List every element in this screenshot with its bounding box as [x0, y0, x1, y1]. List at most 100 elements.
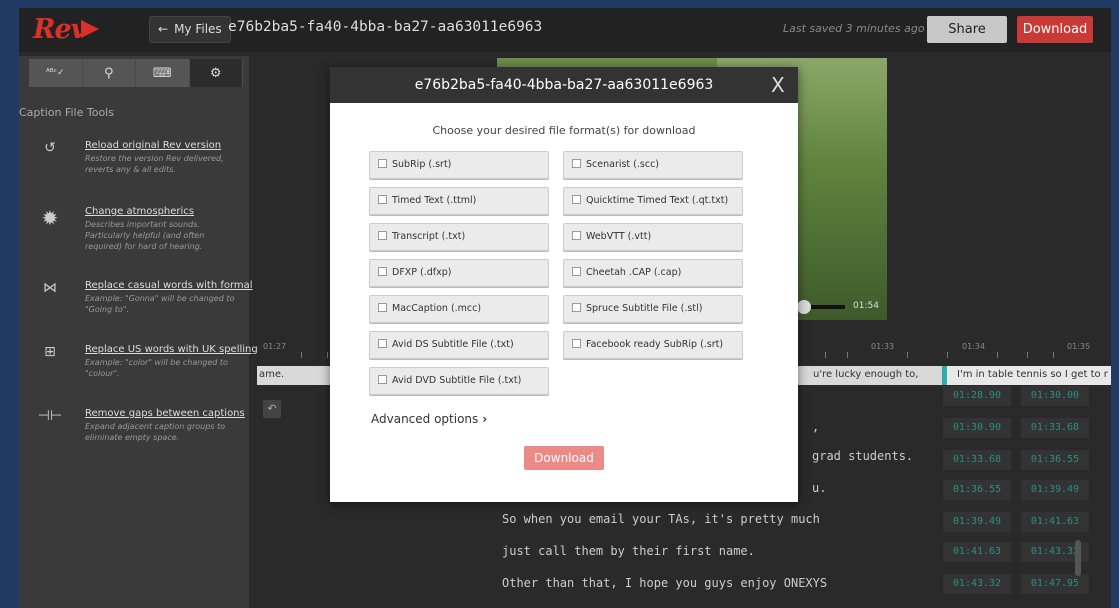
format-option-mcc[interactable]: MacCaption (.mcc)	[369, 295, 549, 323]
format-option-srt[interactable]: SubRip (.srt)	[369, 151, 549, 179]
checkbox[interactable]	[572, 159, 581, 168]
tool-label[interactable]: Reload original Rev version	[85, 140, 221, 151]
timecode-end[interactable]: 01:36.55	[1021, 450, 1089, 470]
download-modal: e76b2ba5-fa40-4bba-ba27-aa63011e6963 X C…	[330, 67, 798, 502]
format-option-avid-dvd[interactable]: Avid DVD Subtitle File (.txt)	[369, 367, 549, 395]
timecode-start[interactable]: 01:28.90	[943, 386, 1011, 406]
tab-search[interactable]: ⚲	[83, 59, 136, 87]
format-option-facebook-srt[interactable]: Facebook ready SubRip (.srt)	[563, 331, 743, 359]
checkbox[interactable]	[378, 267, 387, 276]
format-option-ttml[interactable]: Timed Text (.ttml)	[369, 187, 549, 215]
playhead-marker[interactable]	[942, 366, 947, 385]
ruler-mark	[327, 352, 328, 358]
timecode-start[interactable]: 01:30.90	[943, 418, 1011, 438]
format-option-qt[interactable]: Quicktime Timed Text (.qt.txt)	[563, 187, 743, 215]
checkbox[interactable]	[572, 195, 581, 204]
timecode-end[interactable]: 01:47.95	[1021, 574, 1089, 594]
seek-bar[interactable]	[811, 305, 845, 309]
tool-label[interactable]: Replace US words with UK spelling	[85, 344, 258, 355]
timecode-start[interactable]: 01:36.55	[943, 480, 1011, 500]
timecode-end[interactable]: 01:33.68	[1021, 418, 1089, 438]
format-label: Scenarist (.scc)	[586, 159, 660, 170]
arrow-left-icon: ←	[158, 22, 169, 36]
uk-flag-icon: ⊞	[44, 344, 56, 360]
transcript-line[interactable]: u.	[812, 481, 826, 495]
transcript-line[interactable]: just call them by their first name.	[502, 544, 755, 558]
checkbox[interactable]	[572, 339, 581, 348]
ruler-mark	[1053, 352, 1054, 358]
modal-title: e76b2ba5-fa40-4bba-ba27-aa63011e6963	[414, 77, 714, 93]
transcript-line[interactable]: grad students.	[812, 449, 913, 463]
ruler-mark	[847, 352, 848, 358]
video-time: 01:54	[853, 301, 879, 311]
checkbox[interactable]	[378, 339, 387, 348]
format-label: DFXP (.dfxp)	[392, 267, 452, 278]
timecode-end[interactable]: 01:30.00	[1021, 386, 1089, 406]
share-button[interactable]: Share	[927, 16, 1007, 43]
rev-logo[interactable]: Rev	[33, 14, 86, 45]
scrollbar[interactable]	[1075, 540, 1081, 576]
file-title: e76b2ba5-fa40-4bba-ba27-aa63011e6963	[228, 19, 543, 35]
timecode-start[interactable]: 01:33.68	[943, 450, 1011, 470]
tab-spellcheck[interactable]: ᴬᴮᶜ✓	[29, 59, 83, 87]
tab-settings[interactable]: ⚙	[189, 59, 243, 87]
checkbox[interactable]	[572, 231, 581, 240]
ruler-mark	[825, 352, 826, 358]
timecode-end[interactable]: 01:41.63	[1021, 512, 1089, 532]
close-icon[interactable]: X	[771, 73, 785, 97]
tool-label[interactable]: Change atmospherics	[85, 206, 194, 217]
timecode-start[interactable]: 01:43.32	[943, 574, 1011, 594]
ruler-mark	[997, 352, 998, 358]
my-files-button[interactable]: ← My Files	[149, 16, 231, 43]
caption-block[interactable]: I'm in table tennis so I get to r	[957, 369, 1108, 380]
format-option-txt[interactable]: Transcript (.txt)	[369, 223, 549, 251]
format-option-scc[interactable]: Scenarist (.scc)	[563, 151, 743, 179]
format-option-dfxp[interactable]: DFXP (.dfxp)	[369, 259, 549, 287]
checkbox[interactable]	[572, 267, 581, 276]
keyboard-icon: ⌨	[152, 65, 172, 81]
ruler-tick: 01:27	[263, 342, 287, 351]
caption-block[interactable]: u're lucky enough to,	[813, 369, 918, 380]
transcript-line[interactable]: Other than that, I hope you guys enjoy O…	[502, 576, 827, 590]
save-status: Last saved 3 minutes ago	[783, 22, 925, 35]
top-bar: Rev ← My Files e76b2ba5-fa40-4bba-ba27-aa…	[19, 8, 1111, 52]
tool-description: Expand adjacent caption groups to elimin…	[85, 422, 226, 442]
transcript-line[interactable]: ,	[812, 420, 819, 434]
checkbox[interactable]	[378, 231, 387, 240]
download-button[interactable]: Download	[1017, 16, 1093, 43]
transcript-line[interactable]: So when you email your TAs, it's pretty …	[502, 512, 820, 526]
tab-keyboard[interactable]: ⌨	[136, 59, 190, 87]
format-label: Timed Text (.ttml)	[392, 195, 477, 206]
caption-block[interactable]: ame.	[259, 369, 284, 380]
ruler-tick: 01:35	[1067, 342, 1091, 351]
checkbox[interactable]	[378, 375, 387, 384]
ruler-mark	[1027, 352, 1028, 358]
tool-label[interactable]: Remove gaps between captions	[85, 408, 245, 419]
format-option-avid-ds[interactable]: Avid DS Subtitle File (.txt)	[369, 331, 549, 359]
format-option-cap[interactable]: Cheetah .CAP (.cap)	[563, 259, 743, 287]
tool-label[interactable]: Replace casual words with formal	[85, 280, 253, 291]
ruler-mark	[907, 352, 908, 358]
checkbox[interactable]	[378, 159, 387, 168]
tools-heading: Caption File Tools	[19, 106, 114, 119]
advanced-options-link[interactable]: Advanced options ›	[371, 412, 487, 426]
format-label: Facebook ready SubRip (.srt)	[586, 339, 724, 350]
video-controls: 01:54	[797, 298, 887, 318]
tool-description: Example: "color" will be changed to "col…	[85, 358, 228, 378]
format-option-vtt[interactable]: WebVTT (.vtt)	[563, 223, 743, 251]
timecode-end[interactable]: 01:39.49	[1021, 480, 1089, 500]
timecode-start[interactable]: 01:39.49	[943, 512, 1011, 532]
modal-download-button[interactable]: Download	[524, 446, 604, 470]
undo-icon[interactable]: ↶	[263, 400, 281, 418]
checkbox[interactable]	[572, 303, 581, 312]
seek-knob[interactable]	[797, 300, 811, 314]
checkbox[interactable]	[378, 303, 387, 312]
format-label: WebVTT (.vtt)	[586, 231, 652, 242]
checkbox[interactable]	[378, 195, 387, 204]
format-label: Transcript (.txt)	[392, 231, 466, 242]
format-option-stl[interactable]: Spruce Subtitle File (.stl)	[563, 295, 743, 323]
timecode-start[interactable]: 01:41.63	[943, 542, 1011, 562]
burst-icon: ✹	[41, 206, 59, 230]
tool-description: Describes important sounds. Particularly…	[85, 220, 205, 251]
format-label: SubRip (.srt)	[392, 159, 452, 170]
